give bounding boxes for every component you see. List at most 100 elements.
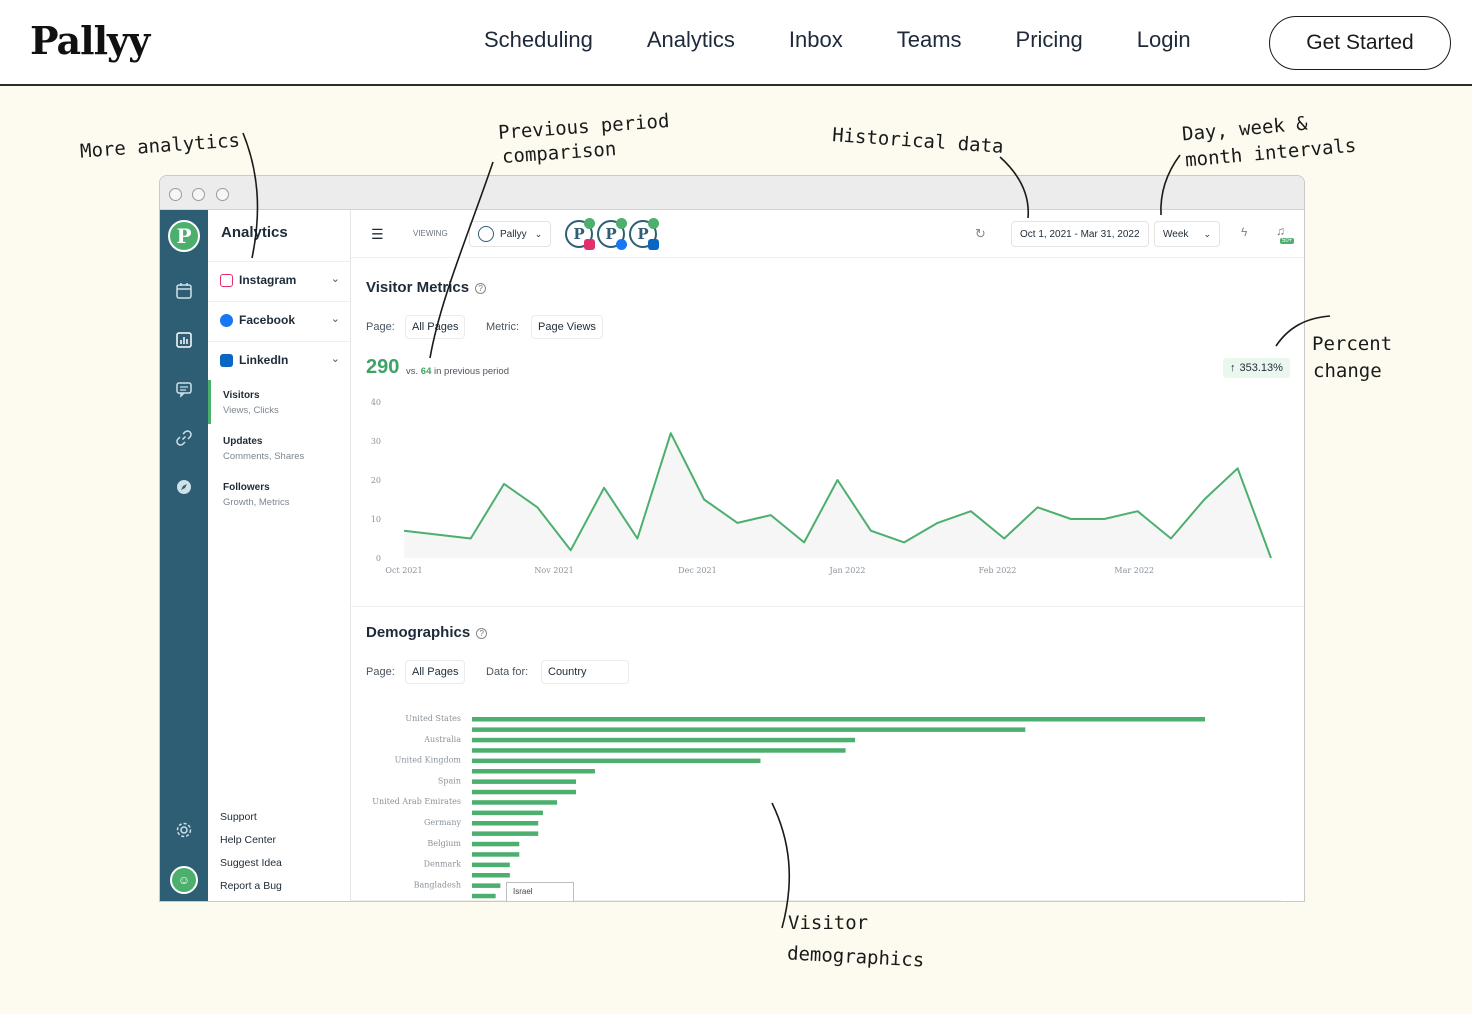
analytics-subnav: Analytics Instagram ⌄ Facebook ⌄ LinkedI… [208,210,351,901]
bar[interactable] [472,779,577,784]
bar[interactable] [472,717,1205,722]
window-minimize-dot[interactable] [192,188,205,201]
instagram-profile-icon[interactable]: P [565,218,595,250]
visitor-metrics-title: Visitor Metrics? [366,279,487,296]
bar[interactable] [472,748,846,753]
data-for-select[interactable]: Country [541,660,629,684]
subnav-followers[interactable]: Followers Growth, Metrics [223,482,290,508]
nav-pricing[interactable]: Pricing [1016,27,1083,53]
report-bug-link[interactable]: Report a Bug [220,880,282,892]
x-tick-label: Mar 2022 [1114,566,1154,575]
help-center-link[interactable]: Help Center [220,834,276,846]
pallyy-logo-icon[interactable]: P [168,220,200,252]
y-tick-label: 40 [371,398,381,407]
percent-change-value: 353.13% [1239,362,1283,374]
note-visitor: Visitor [788,912,869,934]
horizontal-scrollbar[interactable] [351,900,1281,902]
demo-page-select[interactable]: All Pages [405,660,466,684]
site-header: Pallyy Scheduling Analytics Inbox Teams … [0,0,1472,86]
x-tick-label: Oct 2021 [385,566,422,575]
support-link[interactable]: Support [220,811,257,823]
account-avatar-icon [478,226,494,242]
site-nav: Scheduling Analytics Inbox Teams Pricing… [484,27,1191,53]
bar[interactable] [472,841,520,847]
interval-select[interactable]: Week ⌄ [1154,221,1220,247]
account-selector[interactable]: Pallyy ⌄ [469,221,552,247]
bar[interactable] [472,727,1026,732]
bar[interactable] [472,831,539,836]
bar[interactable] [472,873,510,878]
bar[interactable] [472,737,856,743]
top-toolbar: ☰ VIEWING Pallyy ⌄ P P P ↻ Oct 1, 2021 -… [351,210,1304,258]
instagram-icon [220,274,233,287]
help-icon[interactable]: ? [476,627,488,639]
bar[interactable] [472,852,520,857]
bar[interactable] [472,810,543,816]
bar-category-label: Bangladesh [414,880,461,889]
linkedin-profile-icon[interactable]: P [629,218,659,250]
subnav-updates-subtitle: Comments, Shares [223,451,305,462]
date-range-picker[interactable]: Oct 1, 2021 - Mar 31, 2022 [1011,221,1149,247]
bar[interactable] [472,789,577,795]
subnav-visitors-title: Visitors [223,390,260,401]
facebook-profile-icon[interactable]: P [597,218,627,250]
note-demographics: demographics [786,942,925,972]
chart-tooltip: Israel [506,882,574,901]
refresh-icon[interactable]: ↻ [975,226,986,242]
note-more-analytics: More analytics [79,129,241,163]
note-percent: Percent [1312,333,1393,355]
subnav-item-facebook[interactable]: Facebook ⌄ [208,301,350,339]
section-divider [351,606,1304,607]
bar[interactable] [472,821,539,826]
chevron-down-icon: ⌄ [1203,228,1211,239]
subnav-label-linkedin: LinkedIn [239,353,289,367]
window-maximize-dot[interactable] [216,188,229,201]
subnav-visitors-subtitle: Views, Clicks [223,405,279,416]
window-close-dot[interactable] [169,188,182,201]
suggest-idea-link[interactable]: Suggest Idea [220,857,282,869]
analytics-icon[interactable] [175,331,193,349]
bar[interactable] [472,862,510,868]
previous-period-value: 64 [420,366,432,377]
subnav-updates[interactable]: Updates Comments, Shares [223,436,304,462]
bell-icon[interactable]: ♫ [1276,224,1285,238]
hamburger-menu-icon[interactable]: ☰ [371,226,384,243]
icon-rail: P ☺ [160,210,208,901]
demographics-bar-chart: United States Australia United Kingdom Spai… [351,714,1281,902]
link-icon[interactable] [175,429,193,447]
team-avatar[interactable]: ☺ [170,866,198,894]
subnav-followers-subtitle: Growth, Metrics [223,497,290,508]
subnav-label-facebook: Facebook [239,313,296,327]
nav-inbox[interactable]: Inbox [789,27,843,53]
calendar-icon[interactable] [175,282,193,300]
nav-analytics[interactable]: Analytics [647,27,735,53]
visitor-line-chart: 0 10 20 30 40 Oct 2021 Nov 2021 Dec 2021 Jan 202… [371,398,1272,575]
bar-category-label: Belgium [427,839,461,848]
bar[interactable] [472,758,761,764]
data-for-label: Data for: [486,666,529,678]
bar[interactable] [472,893,496,899]
brand-logo[interactable]: Pallyy [30,18,150,63]
bolt-icon[interactable]: ϟ [1241,225,1247,239]
bar[interactable] [472,800,558,805]
inbox-icon[interactable] [175,380,193,398]
metric-select[interactable]: Page Views [531,315,603,339]
subnav-label-instagram: Instagram [239,273,297,287]
bar[interactable] [472,883,501,888]
subnav-item-linkedin[interactable]: LinkedIn ⌄ [208,341,350,379]
note-historical-data: Historical data [831,124,1005,158]
page-select[interactable]: All Pages [405,315,466,339]
subnav-item-instagram[interactable]: Instagram ⌄ [208,261,350,299]
help-icon[interactable]: ? [475,282,487,294]
nav-teams[interactable]: Teams [897,27,962,53]
nav-login[interactable]: Login [1137,27,1191,53]
subnav-visitors[interactable]: Visitors Views, Clicks [223,390,279,416]
bar[interactable] [472,769,595,774]
settings-gear-icon[interactable] [175,821,193,839]
compass-icon[interactable] [175,478,193,496]
subnav-updates-title: Updates [223,436,263,447]
get-started-button[interactable]: Get Started [1269,16,1451,70]
bar-category-label: United States [405,714,461,723]
metric-label: Metric: [486,321,519,333]
nav-scheduling[interactable]: Scheduling [484,27,593,53]
